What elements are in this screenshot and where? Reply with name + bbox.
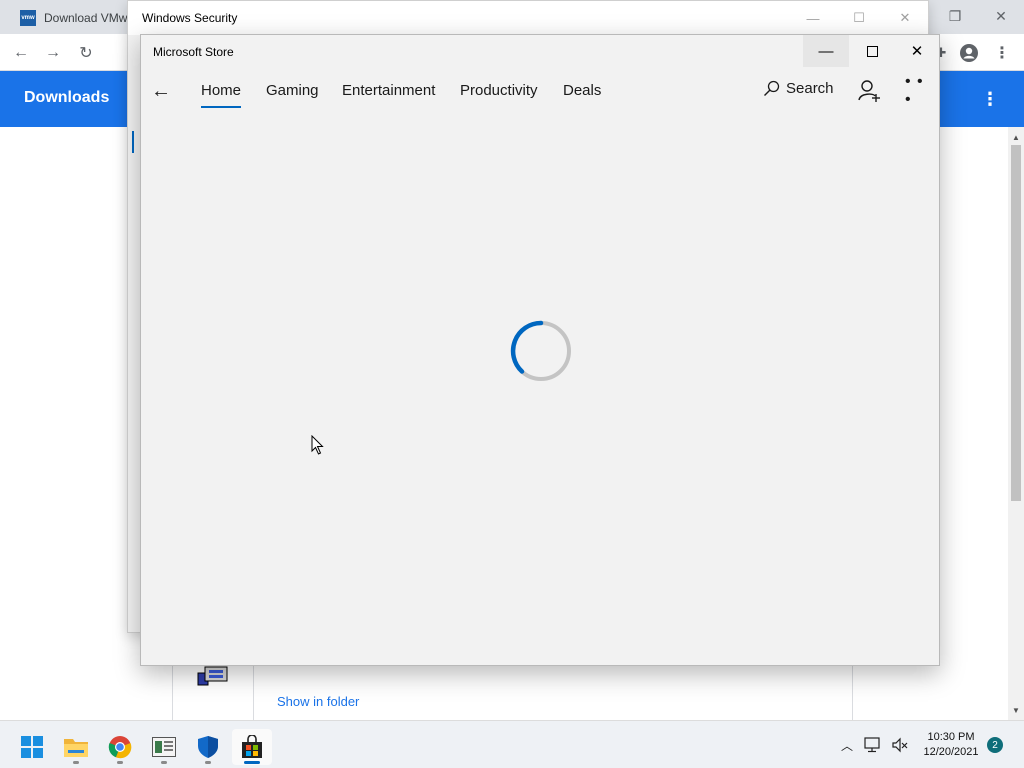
running-indicator [205,761,211,764]
windows-security-minimize-button[interactable]: — [790,5,836,31]
store-more-button[interactable]: • • • [905,73,929,108]
scroll-up-arrow-icon[interactable]: ▲ [1008,129,1024,145]
taskbar: ︿ 10:30 PM 12/20/2021 2 [0,720,1024,768]
close-icon: ✕ [995,7,1007,24]
minimize-icon: — [806,10,820,26]
microsoft-store-window: Microsoft Store — ✕ ← Home Gaming Entert… [140,34,940,666]
close-icon: ✕ [899,10,911,25]
tray-network[interactable] [863,735,883,755]
store-search-button[interactable]: Search [763,80,834,97]
reload-icon: ↻ [79,45,93,62]
chrome-scrollbar[interactable]: ▲ ▼ [1008,127,1024,720]
store-tab-productivity[interactable]: Productivity [460,82,538,99]
chrome-icon [108,736,132,759]
maximize-icon: ☐ [853,10,865,25]
windows-security-close-button[interactable]: ✕ [882,5,928,31]
account-add-icon[interactable] [857,79,881,103]
windows-security-icon [198,736,218,758]
store-tab-entertainment[interactable]: Entertainment [342,82,435,99]
close-icon: ✕ [910,43,924,60]
downloads-page-title: Downloads [24,89,110,106]
volume-muted-icon [892,737,908,753]
taskbar-windows-security[interactable] [188,729,228,765]
microsoft-store-icon [242,735,262,758]
windows-security-title: Windows Security [142,11,238,25]
scrollbar-thumb[interactable] [1011,145,1021,501]
arrow-left-icon: ← [13,44,29,61]
notification-badge[interactable]: 2 [987,737,1003,753]
running-indicator [73,761,79,764]
scroll-down-arrow-icon[interactable]: ▼ [1008,702,1024,718]
kebab-menu-icon: ⋮ [994,45,1010,62]
settings-app-icon [152,737,176,757]
arrow-left-icon: ← [151,79,171,102]
store-search-label: Search [786,80,834,97]
store-back-button[interactable]: ← [149,79,173,103]
chrome-profile-button[interactable] [956,40,982,66]
clock-date: 12/20/2021 [923,746,979,758]
start-button[interactable] [12,729,52,765]
minimize-icon: — [818,42,834,60]
tray-show-hidden-icons[interactable]: ︿ [837,735,857,755]
chrome-restore-button[interactable]: ❐ [932,0,978,32]
chrome-tab-download-vmware[interactable]: vmw Download VMw [8,2,133,34]
store-tab-home[interactable]: Home [201,82,242,108]
arrow-right-icon: → [45,44,61,61]
running-indicator [161,761,167,764]
chrome-back-button[interactable]: ← [8,40,34,66]
clock-time: 10:30 PM [927,731,975,743]
running-indicator [244,761,260,764]
downloads-more-actions-icon[interactable]: ⋮ [980,87,1000,111]
start-icon [21,736,43,758]
store-maximize-button[interactable] [849,35,895,67]
store-minimize-button[interactable]: — [803,35,849,67]
microsoft-store-title: Microsoft Store [153,45,234,59]
taskbar-file-explorer[interactable] [56,729,96,765]
chrome-menu-button[interactable]: ⋮ [989,40,1015,66]
taskbar-clock[interactable]: 10:30 PM 12/20/2021 [916,730,986,760]
show-in-folder-link[interactable]: Show in folder [277,694,359,709]
taskbar-chrome[interactable] [100,729,140,765]
windows-security-nav-selection-indicator [132,131,134,153]
loading-spinner-icon [510,320,571,381]
maximize-icon [866,45,878,57]
chevron-up-icon: ︿ [840,738,853,753]
chrome-reload-button[interactable]: ↻ [73,40,99,66]
chrome-tab-title: Download VMw [44,11,128,25]
restore-icon: ❐ [948,7,962,24]
store-tab-gaming[interactable]: Gaming [266,82,319,99]
search-icon [764,80,780,96]
chrome-forward-button[interactable]: → [40,40,66,66]
file-explorer-icon [64,739,88,757]
store-close-button[interactable]: ✕ [894,35,940,67]
mouse-cursor-icon [311,435,324,455]
store-tab-deals[interactable]: Deals [563,82,601,99]
vmware-favicon-icon: vmw [20,10,36,26]
installer-file-icon [197,666,228,686]
chrome-close-button[interactable]: ✕ [978,0,1024,32]
windows-security-titlebar: Windows Security — ☐ ✕ [128,1,928,35]
more-dots-icon: • • • [905,73,924,108]
tray-volume[interactable] [890,735,910,755]
network-icon [864,737,880,753]
profile-avatar-icon [960,44,978,62]
windows-security-maximize-button[interactable]: ☐ [836,5,882,31]
running-indicator [117,761,123,764]
taskbar-settings-app[interactable] [144,729,184,765]
taskbar-microsoft-store[interactable] [232,729,272,765]
